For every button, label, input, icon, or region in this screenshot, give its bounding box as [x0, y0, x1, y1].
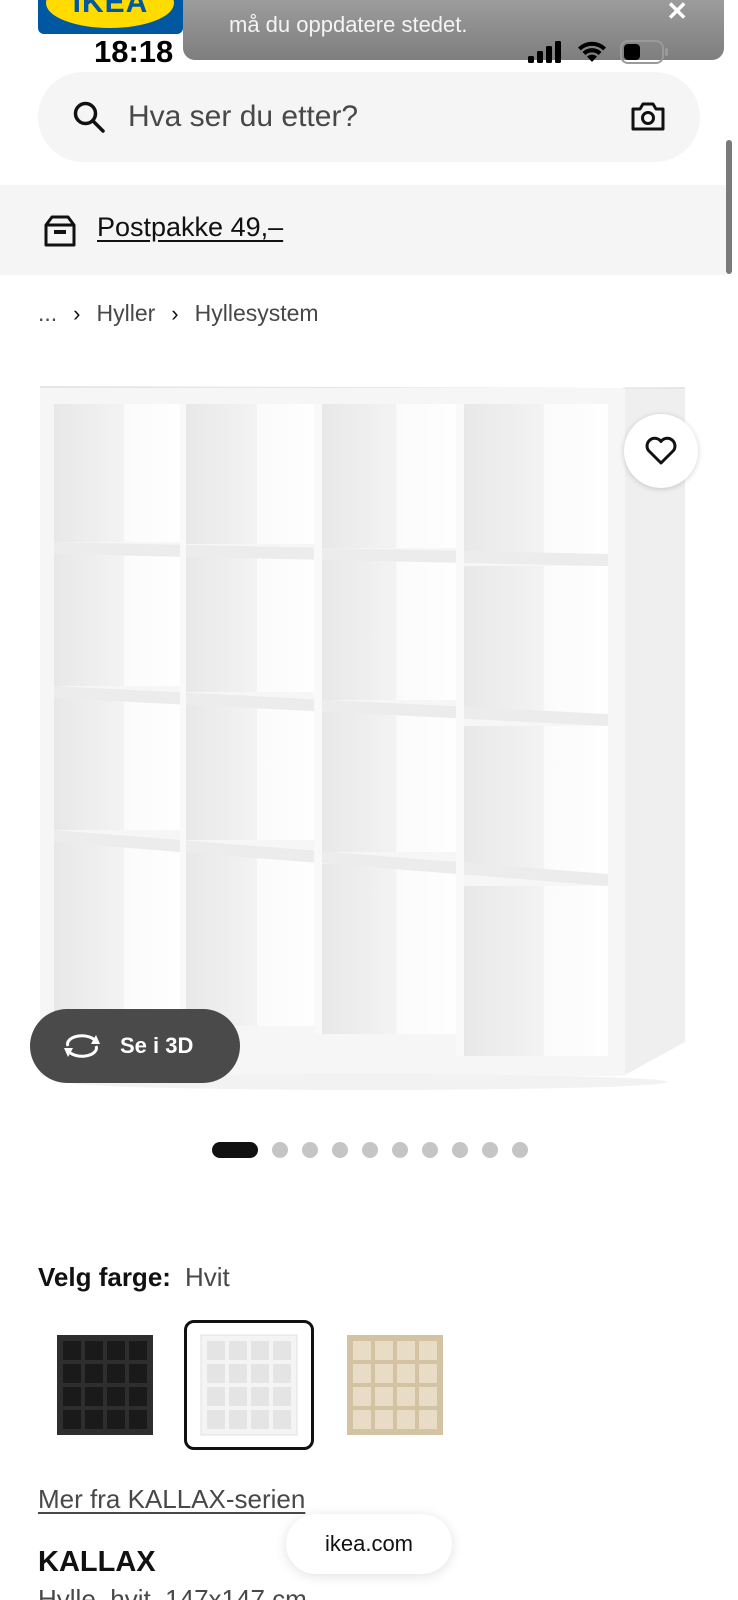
- shipping-link[interactable]: Postpakke 49,–: [97, 212, 283, 243]
- carousel-dot[interactable]: [272, 1142, 288, 1158]
- wifi-icon: [578, 41, 606, 62]
- product-image[interactable]: [38, 380, 700, 1110]
- carousel-dot[interactable]: [482, 1142, 498, 1158]
- browser-url-pill[interactable]: ikea.com: [286, 1514, 452, 1574]
- color-swatch-birch[interactable]: [330, 1320, 460, 1450]
- breadcrumb-item-hyller[interactable]: Hyller: [97, 300, 156, 327]
- swatch-shelf-thumbnail: [347, 1335, 443, 1435]
- series-link[interactable]: Mer fra KALLAX-serien: [38, 1484, 305, 1515]
- carousel-dot-active[interactable]: [212, 1142, 258, 1158]
- breadcrumb-item-hyllesystem[interactable]: Hyllesystem: [195, 300, 319, 327]
- shipping-info-bar[interactable]: Postpakke 49,–: [0, 185, 726, 275]
- delivery-box-icon: [44, 215, 76, 247]
- carousel-dot[interactable]: [422, 1142, 438, 1158]
- close-icon[interactable]: ✕: [666, 0, 688, 27]
- search-input[interactable]: [128, 92, 608, 142]
- shelf-compartments: [54, 404, 608, 1056]
- carousel-dot[interactable]: [332, 1142, 348, 1158]
- carousel-dot[interactable]: [452, 1142, 468, 1158]
- search-icon: [73, 101, 105, 133]
- scrollbar-thumb[interactable]: [726, 140, 732, 274]
- ikea-logo[interactable]: IKEA: [38, 0, 183, 34]
- favorite-button[interactable]: [624, 414, 698, 488]
- swatch-shelf-thumbnail: [57, 1335, 153, 1435]
- view-3d-label: Se i 3D: [120, 1033, 194, 1058]
- logo-text: IKEA: [72, 0, 149, 19]
- status-time: 18:18: [94, 34, 174, 69]
- carousel-dot[interactable]: [512, 1142, 528, 1158]
- heart-icon: [645, 436, 677, 465]
- product-description: Hylle, hvit, 147x147 cm: [38, 1584, 307, 1600]
- selected-color-value: Hvit: [184, 1262, 230, 1292]
- rotate-icon: [64, 1034, 100, 1058]
- notification-text: må du oppdatere stedet.: [229, 12, 468, 37]
- product-name: KALLAX: [38, 1546, 156, 1578]
- carousel-dot[interactable]: [392, 1142, 408, 1158]
- color-swatch-white[interactable]: [184, 1320, 314, 1450]
- search-bar[interactable]: [38, 72, 700, 162]
- color-swatch-dark[interactable]: [40, 1320, 170, 1450]
- carousel-dot[interactable]: [362, 1142, 378, 1158]
- signal-icon: [528, 41, 561, 63]
- color-selector-label: Velg farge:: [38, 1262, 171, 1292]
- carousel-dot[interactable]: [302, 1142, 318, 1158]
- view-3d-button[interactable]: Se i 3D: [30, 1009, 240, 1083]
- camera-icon[interactable]: [630, 100, 666, 132]
- chevron-right-icon: ›: [171, 300, 179, 326]
- image-carousel-indicator[interactable]: [212, 1142, 528, 1158]
- breadcrumb: ... › Hyller › Hyllesystem: [38, 300, 319, 327]
- chevron-right-icon: ›: [73, 300, 81, 326]
- battery-icon: [620, 40, 668, 64]
- swatch-shelf-thumbnail: [200, 1334, 298, 1436]
- breadcrumb-ellipsis[interactable]: ...: [38, 300, 57, 327]
- status-icons: [528, 40, 670, 64]
- color-selector-heading: Velg farge: Hvit: [38, 1262, 230, 1293]
